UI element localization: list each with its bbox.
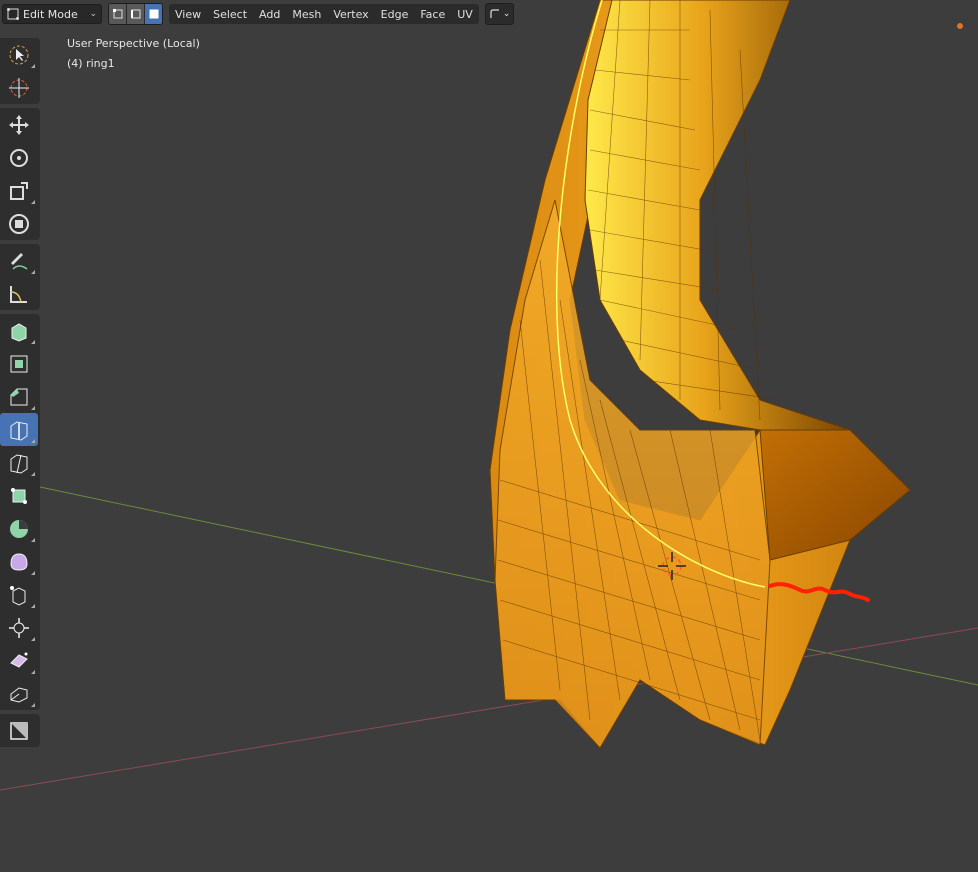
- annotate-tool[interactable]: [0, 244, 38, 277]
- viewport-header: Edit Mode ⌄ View Select Add Mesh Vertex …: [0, 0, 515, 28]
- transform-icon: [9, 213, 29, 234]
- view-toggle-icon: [10, 721, 28, 740]
- loop-cut-tool[interactable]: [0, 413, 38, 446]
- mode-dropdown[interactable]: Edit Mode ⌄: [2, 4, 102, 24]
- poly-build-tool[interactable]: [0, 479, 38, 512]
- chevron-down-icon: ⌄: [89, 9, 97, 19]
- rip-tool[interactable]: [0, 677, 38, 710]
- transform-tool[interactable]: [0, 207, 38, 240]
- menu-edge[interactable]: Edge: [375, 4, 415, 24]
- extrude-tool[interactable]: [0, 314, 38, 347]
- orientation-icon: [490, 9, 499, 18]
- cursor-tool[interactable]: [0, 71, 38, 104]
- smooth-icon: [10, 552, 28, 571]
- edge-slide-icon: [10, 585, 26, 606]
- select-box-tool[interactable]: [0, 38, 38, 71]
- move-tool[interactable]: [0, 108, 38, 141]
- 3d-viewport[interactable]: User Perspective (Local) (4) ring1: [0, 0, 978, 872]
- bevel-tool[interactable]: [0, 380, 38, 413]
- shrink-fatten-icon: [9, 617, 29, 638]
- smooth-tool[interactable]: [0, 545, 38, 578]
- viewport-perspective-label: User Perspective (Local): [67, 37, 200, 50]
- edit-mode-icon: [7, 8, 19, 20]
- menu-uv[interactable]: UV: [451, 4, 479, 24]
- menu-select[interactable]: Select: [207, 4, 253, 24]
- face-select-button[interactable]: [145, 4, 162, 24]
- ring-tip: [759, 429, 911, 561]
- chevron-down-icon: ⌄: [502, 9, 511, 19]
- menu-mesh[interactable]: Mesh: [286, 4, 327, 24]
- scale-tool[interactable]: [0, 174, 38, 207]
- inset-tool[interactable]: [0, 347, 38, 380]
- scale-icon: [10, 181, 28, 200]
- select-box-icon: [9, 45, 29, 64]
- select-mode-group: [108, 3, 163, 25]
- navigation-gizmo-dot[interactable]: [957, 23, 963, 29]
- spin-tool[interactable]: [0, 512, 38, 545]
- spin-icon: [10, 519, 28, 538]
- rotate-icon: [10, 148, 28, 167]
- menu-vertex[interactable]: Vertex: [327, 4, 374, 24]
- menu-add[interactable]: Add: [253, 4, 286, 24]
- move-icon: [9, 114, 29, 135]
- loop-cut-icon: [10, 420, 28, 441]
- view-toggle-tool[interactable]: [0, 714, 38, 747]
- header-menu: View Select Add Mesh Vertex Edge Face UV: [169, 4, 479, 24]
- ring-inner-surface: [584, 0, 851, 431]
- extrude-icon: [11, 322, 27, 342]
- transform-orientation-dropdown[interactable]: ⌄: [484, 3, 515, 25]
- viewport-scene: [0, 0, 978, 791]
- tool-shelf: [0, 38, 40, 751]
- shear-tool[interactable]: [0, 644, 38, 677]
- knife-tool[interactable]: [0, 446, 38, 479]
- x-axis-line: [0, 627, 978, 791]
- inset-icon: [10, 355, 28, 372]
- shrink-fatten-tool[interactable]: [0, 611, 38, 644]
- vertex-select-button[interactable]: [109, 4, 127, 24]
- rip-icon: [10, 686, 28, 703]
- menu-face[interactable]: Face: [414, 4, 451, 24]
- knife-icon: [10, 453, 28, 474]
- active-object-label: (4) ring1: [67, 57, 115, 70]
- shear-icon: [10, 652, 28, 668]
- measure-icon: [10, 285, 27, 303]
- cursor-icon: [9, 77, 29, 98]
- edge-select-icon: [130, 9, 140, 19]
- edge-slide-tool[interactable]: [0, 578, 38, 611]
- poly-build-icon: [11, 487, 27, 504]
- edge-select-button[interactable]: [127, 4, 145, 24]
- face-select-icon: [149, 9, 158, 19]
- bevel-icon: [10, 388, 28, 405]
- annotate-icon: [11, 252, 28, 270]
- mode-dropdown-label: Edit Mode: [23, 7, 78, 21]
- rotate-tool[interactable]: [0, 141, 38, 174]
- menu-view[interactable]: View: [169, 4, 207, 24]
- vertex-select-icon: [112, 9, 122, 19]
- measure-tool[interactable]: [0, 277, 38, 310]
